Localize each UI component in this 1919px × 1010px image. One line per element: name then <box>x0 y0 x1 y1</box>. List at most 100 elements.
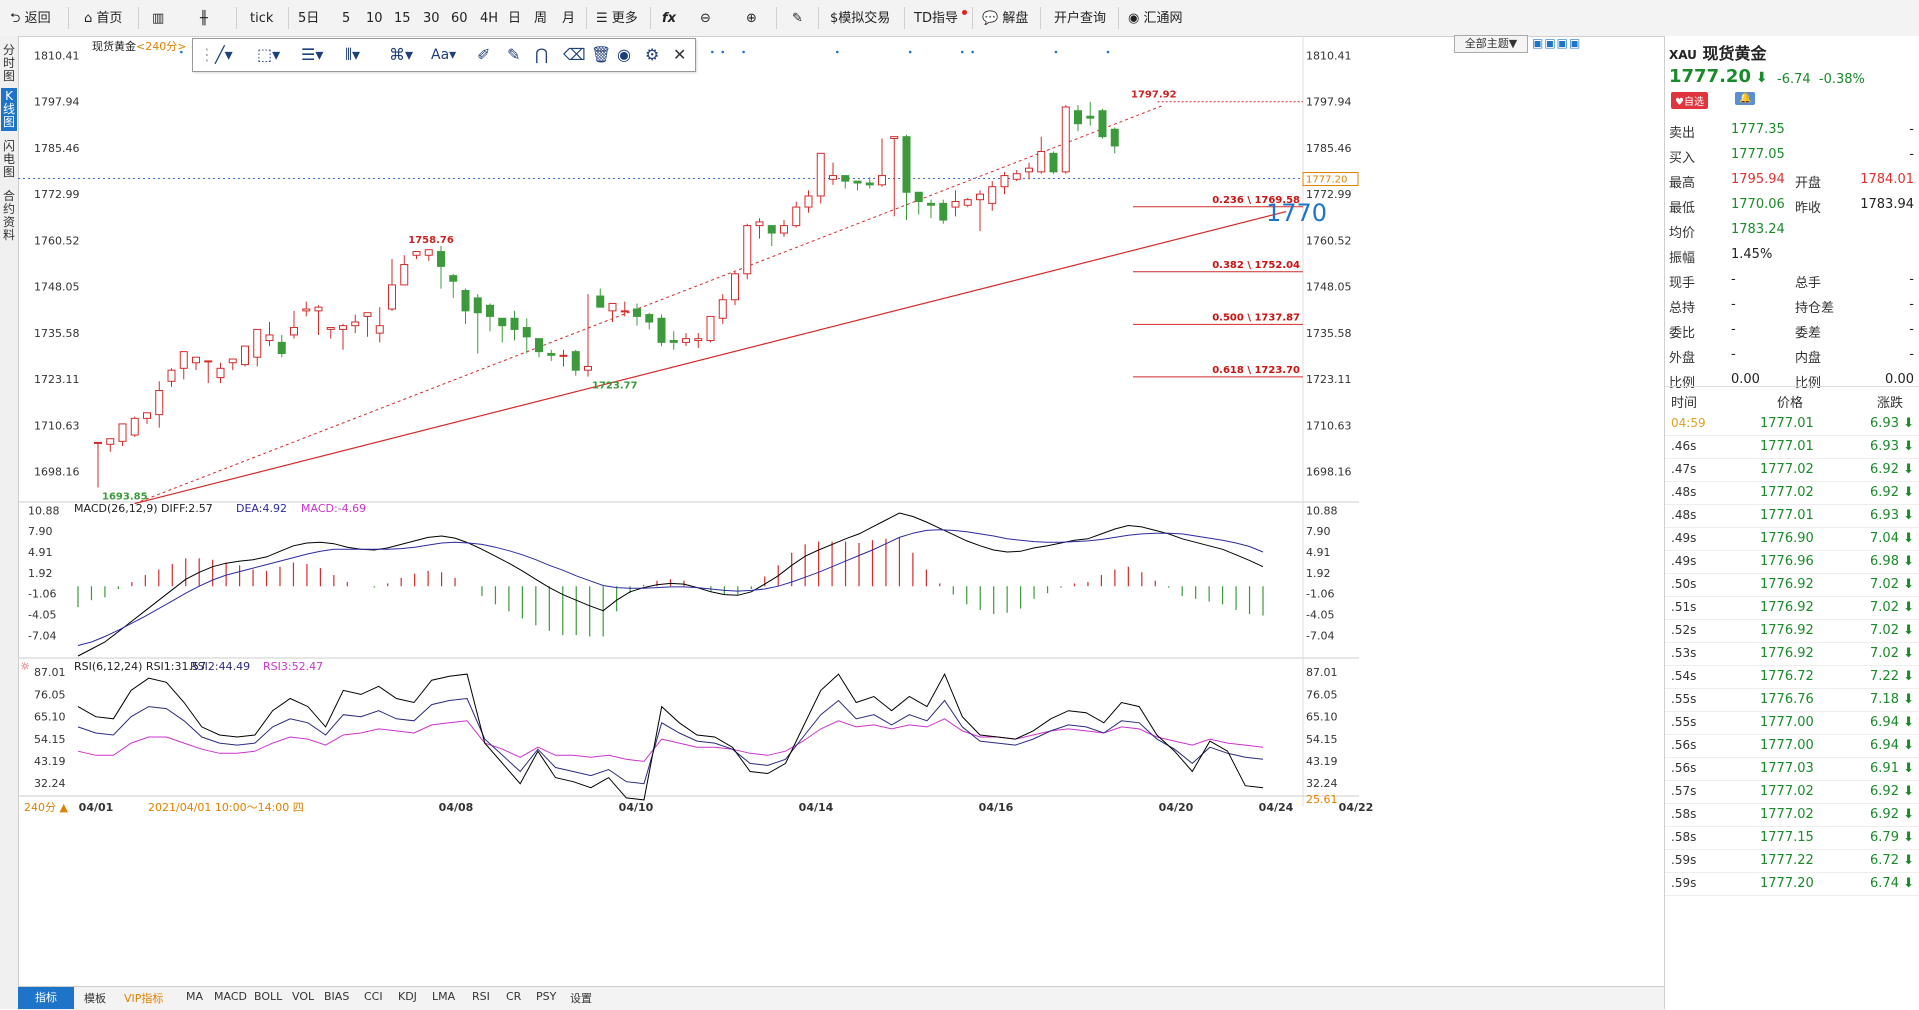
tab-kline[interactable]: K线图 <box>1 88 17 131</box>
back-button[interactable]: ⮌ 返回 <box>10 9 51 29</box>
candle-body <box>118 423 127 442</box>
tab-template[interactable]: 模板 <box>84 990 106 1006</box>
tick-row[interactable]: .59s 1777.20 6.74 ⬇ <box>1665 872 1919 896</box>
tab-boll[interactable]: BOLL <box>254 990 282 1003</box>
tab-rsi[interactable]: RSI <box>472 990 490 1003</box>
favorite-button[interactable]: ♥自选 <box>1671 92 1708 109</box>
quote-value: - <box>1731 322 1736 337</box>
period-15[interactable]: 15 <box>394 9 411 29</box>
period-month[interactable]: 月 <box>562 9 575 29</box>
tab-macd[interactable]: MACD <box>214 990 247 1003</box>
period-10[interactable]: 10 <box>366 9 383 29</box>
kline-chart-svg[interactable]: 1810.41 1810.41 1797.94 1797.94 1785.46 1785.… <box>18 36 1664 986</box>
macd-tick-right: 7.90 <box>1306 525 1331 538</box>
tab-psy[interactable]: PSY <box>536 990 556 1003</box>
tick-row[interactable]: .58s 1777.15 6.79 ⬇ <box>1665 826 1919 850</box>
analysis-button[interactable]: 💬 解盘 <box>982 9 1028 29</box>
channel-tool-icon[interactable]: ⦀▾ <box>345 45 360 65</box>
period-5day[interactable]: 5日 <box>298 9 319 29</box>
bell-icon[interactable]: 🔔 <box>1735 92 1756 105</box>
quote-label-2: 开盘 <box>1795 176 1822 191</box>
tick-row[interactable]: .47s 1777.02 6.92 ⬇ <box>1665 458 1919 482</box>
tab-lma[interactable]: LMA <box>432 990 455 1003</box>
close-icon[interactable]: ✕ <box>673 45 686 65</box>
eye-icon[interactable]: ◉ <box>617 45 631 65</box>
bar-chart-button[interactable]: ▥ <box>152 9 164 29</box>
home-button[interactable]: ⌂ 首页 <box>84 9 122 29</box>
tick-row[interactable]: .50s 1776.92 7.02 ⬇ <box>1665 573 1919 597</box>
tick-row[interactable]: .56s 1777.03 6.91 ⬇ <box>1665 757 1919 781</box>
tick-row[interactable]: .51s 1776.92 7.02 ⬇ <box>1665 596 1919 620</box>
period-day[interactable]: 日 <box>508 9 521 29</box>
draw-pen-button[interactable]: ✎ <box>792 9 803 29</box>
huitong-link[interactable]: ◉ 汇通网 <box>1128 9 1183 29</box>
tick-change: 6.94 ⬇ <box>1870 715 1914 730</box>
quote-label: 买入 <box>1669 151 1696 166</box>
pattern-tool-icon[interactable]: ⌘▾ <box>389 45 413 65</box>
period-tick[interactable]: tick <box>250 9 273 29</box>
tick-row[interactable]: .57s 1777.02 6.92 ⬇ <box>1665 780 1919 804</box>
rect-tool-icon[interactable]: ⬚▾ <box>257 45 280 65</box>
tab-flash[interactable]: 闪电图 <box>1 140 17 179</box>
tab-vip[interactable]: VIP指标 <box>124 990 163 1006</box>
quote-label: 振幅 <box>1669 251 1696 266</box>
tick-row[interactable]: .49s 1776.96 6.98 ⬇ <box>1665 550 1919 574</box>
tab-bias[interactable]: BIAS <box>324 990 349 1003</box>
brush-tool-icon[interactable]: ✎ <box>507 45 520 65</box>
period-60[interactable]: 60 <box>451 9 468 29</box>
tick-row[interactable]: .59s 1777.22 6.72 ⬇ <box>1665 849 1919 873</box>
text-tool-icon[interactable]: Aa▾ <box>431 45 456 65</box>
period-30[interactable]: 30 <box>423 9 440 29</box>
candle-body <box>976 193 984 201</box>
tab-cr[interactable]: CR <box>506 990 521 1003</box>
zoom-in-button[interactable]: ⊕ <box>746 9 757 29</box>
more-button[interactable]: ☰ 更多 <box>596 9 638 29</box>
tab-settings[interactable]: 设置 <box>570 990 592 1006</box>
tick-row[interactable]: .55s 1777.00 6.94 ⬇ <box>1665 711 1919 735</box>
settings-icon[interactable]: ⚙ <box>645 45 659 65</box>
tick-row[interactable]: .56s 1777.00 6.94 ⬇ <box>1665 734 1919 758</box>
tick-row[interactable]: .49s 1776.90 7.04 ⬇ <box>1665 527 1919 551</box>
tick-row[interactable]: .55s 1776.76 7.18 ⬇ <box>1665 688 1919 712</box>
tab-timeshare[interactable]: 分时图 <box>1 44 17 83</box>
ruler-tool-icon[interactable]: ✐ <box>477 45 490 65</box>
theme-dropdown[interactable]: 全部主题▼ <box>1454 35 1528 53</box>
tick-row[interactable]: .48s 1777.01 6.93 ⬇ <box>1665 504 1919 528</box>
tab-contract-info[interactable]: 合约资料 <box>1 190 17 242</box>
tick-row[interactable]: .53s 1776.92 7.02 ⬇ <box>1665 642 1919 666</box>
candle-body <box>669 340 678 343</box>
candle-body <box>473 297 482 314</box>
drag-handle-icon[interactable]: ⋮ <box>199 45 215 65</box>
tick-change: 6.93 ⬇ <box>1870 508 1914 523</box>
fib-tool-icon[interactable]: ☰▾ <box>301 45 323 65</box>
td-guide-button[interactable]: TD指导 <box>914 9 958 29</box>
period-week[interactable]: 周 <box>534 9 547 29</box>
candlestick-button[interactable]: ╫ <box>200 9 208 29</box>
zoom-out-button[interactable]: ⊖ <box>700 9 711 29</box>
tab-ma[interactable]: MA <box>186 990 203 1003</box>
period-4h[interactable]: 4H <box>480 9 498 29</box>
eraser-icon[interactable]: ⌫ <box>563 45 586 65</box>
tick-price: 1777.03 <box>1760 761 1814 776</box>
account-query-button[interactable]: 开户查询 <box>1054 9 1106 29</box>
tab-cci[interactable]: CCI <box>364 990 383 1003</box>
tick-change: 6.93 ⬇ <box>1870 416 1914 431</box>
tick-row[interactable]: .46s 1777.01 6.93 ⬇ <box>1665 435 1919 459</box>
formula-icon[interactable]: fx <box>662 9 676 29</box>
magnet-tool-icon[interactable]: ⋂ <box>535 45 548 65</box>
tick-row[interactable]: .48s 1777.02 6.92 ⬇ <box>1665 481 1919 505</box>
tick-row[interactable]: .58s 1777.02 6.92 ⬇ <box>1665 803 1919 827</box>
sim-trade-button[interactable]: $模拟交易 <box>830 9 890 29</box>
line-tool-icon[interactable]: ╱▾ <box>215 45 233 65</box>
tab-indicator[interactable]: 指标 <box>18 987 74 1009</box>
candle-body <box>792 206 801 227</box>
trash-icon[interactable]: 🗑 <box>591 45 611 65</box>
tick-row[interactable]: .52s 1776.92 7.02 ⬇ <box>1665 619 1919 643</box>
tab-kdj[interactable]: KDJ <box>398 990 417 1003</box>
layout-icons[interactable]: ▣▣▣▣ <box>1532 36 1581 50</box>
chart-area[interactable]: 1810.41 1810.41 1797.94 1797.94 1785.46 1785.… <box>18 36 1664 986</box>
period-5[interactable]: 5 <box>342 9 350 29</box>
tick-row[interactable]: 04:59 1777.01 6.93 ⬇ <box>1665 412 1919 436</box>
tab-vol[interactable]: VOL <box>292 990 314 1003</box>
tick-row[interactable]: .54s 1776.72 7.22 ⬇ <box>1665 665 1919 689</box>
